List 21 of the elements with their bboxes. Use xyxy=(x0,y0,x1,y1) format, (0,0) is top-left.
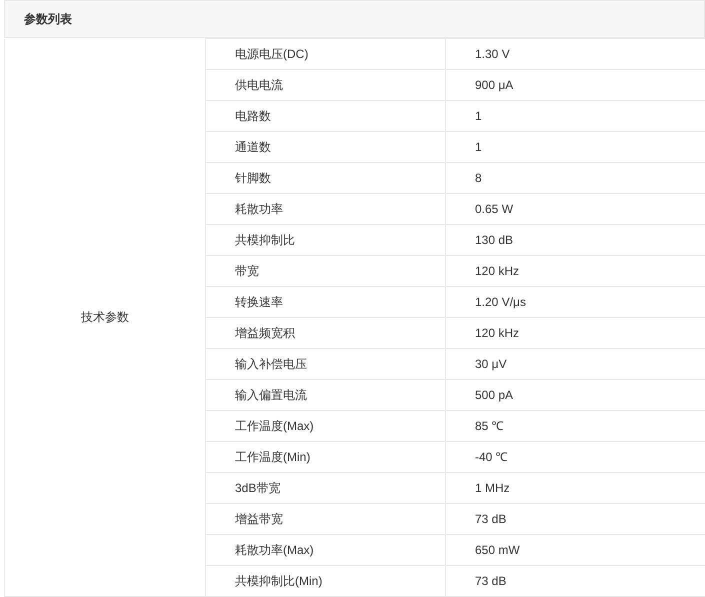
table-cell: 耗散功率 xyxy=(206,194,446,224)
table-cell: 工作温度(Max) xyxy=(206,410,446,442)
table-cell: 增益频宽积 xyxy=(206,318,446,348)
table-cell: 输入补偿电压 xyxy=(206,348,446,380)
table-cell: 共模抑制比 xyxy=(206,224,446,256)
table-cell: 带宽 xyxy=(206,256,446,286)
table-cell: 耗散功率(Max) xyxy=(206,534,446,566)
group-cell: 技术参数 xyxy=(4,38,206,596)
table-cell: 电源电压(DC) xyxy=(206,38,446,70)
table-cell: 工作温度(Min) xyxy=(206,442,446,472)
table-cell: 共模抑制比(Min) xyxy=(206,566,446,596)
table-cell: 3dB带宽 xyxy=(206,472,446,504)
table-cell: 通道数 xyxy=(206,132,446,162)
table-cell: 转换速率 xyxy=(206,286,446,318)
table-title: 参数列表 xyxy=(24,11,72,28)
table-cell: 供电电流 xyxy=(206,70,446,100)
table-cell: 1.30 V xyxy=(446,38,705,70)
table-cell: 输入偏置电流 xyxy=(206,380,446,410)
table-cell: 增益带宽 xyxy=(206,504,446,534)
table-cell: 电路数 xyxy=(206,100,446,132)
table-cell: 针脚数 xyxy=(206,162,446,194)
